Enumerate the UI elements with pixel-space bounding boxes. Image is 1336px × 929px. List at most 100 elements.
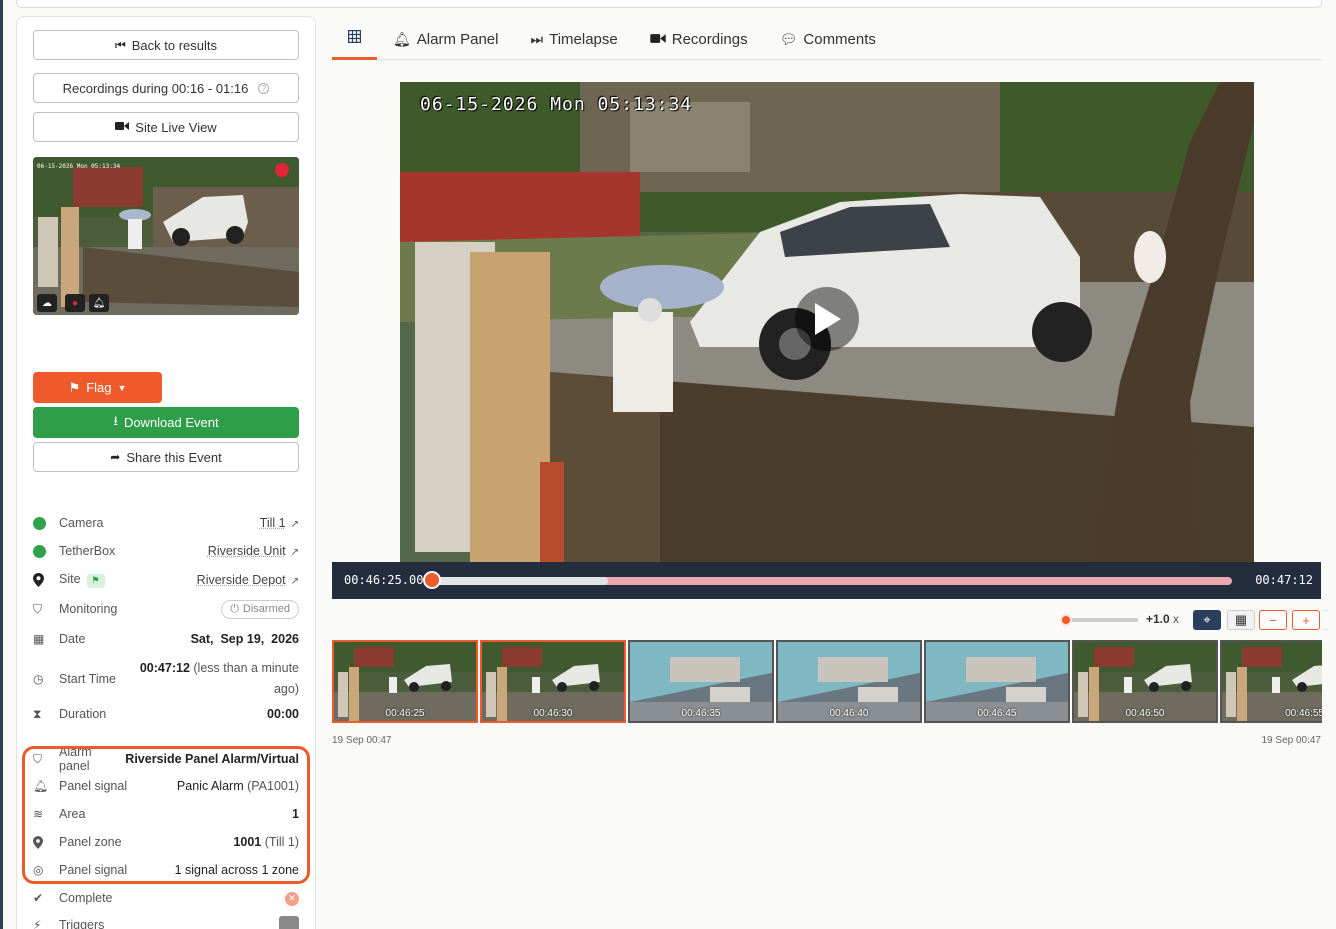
online-status-icon (33, 516, 46, 530)
start-time-relative-end: ago) (273, 682, 299, 696)
detail-duration: ⧗ Duration 00:00 (33, 703, 299, 725)
incomplete-icon[interactable]: ✕ (285, 891, 299, 906)
tab-timelapse[interactable]: ⏭ Timelapse (514, 18, 633, 60)
speed-unit: x (1173, 612, 1180, 626)
monitoring-label: Monitoring (59, 602, 118, 616)
strip-frame[interactable]: 00:46:50 (1072, 640, 1218, 723)
strip-frame[interactable]: 00:46:55 (1220, 640, 1322, 723)
share-icon: ➦ (110, 450, 121, 464)
bell-icon[interactable]: 🔔︎ (89, 294, 109, 312)
share-event-label: Share this Event (126, 449, 222, 465)
camera-label: Camera (59, 516, 104, 530)
fast-forward-icon: ⏭ (530, 30, 544, 47)
back-to-results-label: Back to results (131, 37, 218, 53)
help-icon[interactable]: ? (258, 82, 270, 94)
tab-alarm-panel[interactable]: 🔔︎ Alarm Panel (377, 18, 514, 60)
tab-comments-label: Comments (803, 30, 876, 48)
detail-triggers: ⚡︎ Triggers (33, 914, 299, 929)
buffered-range (432, 577, 608, 585)
detail-monitoring: ⛉ Monitoring ⏻ Disarmed (33, 598, 299, 620)
strip-frame[interactable]: 00:46:30 (480, 640, 626, 723)
strip-start-label: 19 Sep 00:47 (332, 735, 392, 746)
strip-frame[interactable]: 00:46:40 (776, 640, 922, 723)
alarm-count-icon[interactable]: ● (65, 294, 85, 312)
tab-alarm-panel-label: Alarm Panel (416, 30, 499, 48)
external-link-icon[interactable]: ↗ (291, 547, 299, 558)
speed-readout: +1.0 x (1146, 612, 1179, 626)
site-label: Site (59, 572, 81, 587)
start-time-value-wrap: 00:47:12 (less than a minute ago) (140, 658, 299, 700)
check-circle-icon: ✔ (33, 891, 44, 905)
download-icon: ⭳ (113, 412, 118, 428)
grid-icon (347, 29, 362, 46)
seek-track[interactable] (432, 577, 1232, 585)
detail-tetherbox: TetherBox Riverside Unit ↗ (33, 540, 299, 562)
frame-time: 00:46:40 (829, 708, 869, 719)
speed-slider-handle[interactable] (1059, 614, 1072, 626)
seek-bar: 00:46:25.00 00:47:12 (332, 562, 1321, 599)
arm-toggle-button[interactable]: ⏻ Disarmed (221, 599, 299, 619)
calendar-icon: ▦ (33, 632, 45, 646)
zoom-in-button[interactable]: + (1292, 610, 1320, 630)
play-icon (815, 303, 841, 335)
trigger-badge[interactable] (279, 915, 299, 929)
tab-grid[interactable] (332, 18, 377, 60)
bell-icon: 🔔︎ (393, 30, 411, 47)
play-button[interactable] (795, 287, 859, 351)
download-event-label: Download Event (123, 415, 219, 430)
share-event-button[interactable]: ➦ Share this Event (33, 442, 299, 472)
top-bar (16, 0, 1322, 8)
detail-camera: Camera Till 1 ↗ (33, 512, 299, 534)
seek-handle[interactable] (423, 571, 441, 589)
strip-frame[interactable]: 00:46:45 (924, 640, 1070, 723)
caret-down-icon: ▼ (117, 382, 127, 393)
video-player[interactable]: 06-15-2026 Mon 05:13:34 (400, 82, 1254, 562)
strip-frame[interactable]: 00:46:35 (628, 640, 774, 723)
speed-slider-track[interactable] (1062, 618, 1138, 622)
site-live-view-label: Site Live View (135, 119, 217, 135)
plus-icon: + (1302, 612, 1310, 628)
minus-icon: − (1269, 612, 1277, 628)
end-time: 00:47:12 (1255, 573, 1313, 587)
zoom-out-button[interactable]: − (1259, 610, 1287, 630)
camera-thumbnail[interactable]: 06-15-2026 Mon 05:13:34 ☁ ● 🔔︎ (33, 157, 299, 315)
tetherbox-label: TetherBox (59, 544, 116, 558)
tab-recordings-label: Recordings (671, 30, 748, 48)
frame-time: 00:46:55 (1285, 708, 1322, 719)
grid-icon: ▦ (1234, 612, 1248, 627)
site-label-wrap: Site ⚑ (59, 572, 197, 588)
comments-icon: 💬︎ (779, 30, 798, 47)
detail-start-time: ◷ Start Time 00:47:12 (less than a minut… (33, 657, 299, 701)
flag-icon: ⚑ (68, 379, 81, 395)
frame-time: 00:46:30 (533, 708, 573, 719)
triggers-label: Triggers (59, 918, 105, 929)
thumbnail-strip: 00:46:25 00:46:30 00:46:35 00:46:40 00:4… (332, 640, 1322, 724)
tab-recordings[interactable]: Recordings (634, 18, 764, 60)
clock-icon: ◷ (33, 672, 44, 686)
tetherbox-link[interactable]: Riverside Unit (208, 544, 286, 558)
back-to-results-button[interactable]: ⏮ Back to results (33, 30, 299, 60)
site-link[interactable]: Riverside Depot (197, 573, 286, 587)
crosshair-button[interactable]: ⌖ (1193, 610, 1221, 630)
monitoring-status: Disarmed (242, 603, 290, 615)
frame-time: 00:46:45 (977, 708, 1017, 719)
tab-comments[interactable]: 💬︎ Comments (764, 18, 892, 60)
external-link-icon[interactable]: ↗ (291, 576, 299, 587)
recordings-range-button[interactable]: Recordings during 00:16 - 01:16 ? (33, 73, 299, 103)
detail-date: ▦ Date Sat, Sep 19, 2026 (33, 628, 299, 650)
cloud-off-icon[interactable]: ☁ (37, 294, 57, 312)
external-link-icon[interactable]: ↗ (291, 519, 299, 530)
map-marker-icon[interactable]: ⚑ (86, 573, 105, 588)
detail-complete: ✔ Complete ✕ (33, 887, 299, 909)
flag-dropdown-button[interactable]: ⚑ Flag ▼ (33, 372, 162, 403)
download-event-button[interactable]: ⭳ Download Event (33, 407, 299, 438)
detail-site: Site ⚑ Riverside Depot ↗ (33, 569, 299, 591)
site-live-view-button[interactable]: Site Live View (33, 112, 299, 142)
grid-view-button[interactable]: ▦ (1227, 610, 1255, 630)
video-camera-icon (115, 120, 130, 134)
duration-value: 00:00 (267, 707, 299, 721)
online-status-icon (33, 544, 46, 558)
strip-frame[interactable]: 00:46:25 (332, 640, 478, 723)
camera-link[interactable]: Till 1 (260, 516, 286, 530)
recording-indicator (275, 163, 289, 177)
